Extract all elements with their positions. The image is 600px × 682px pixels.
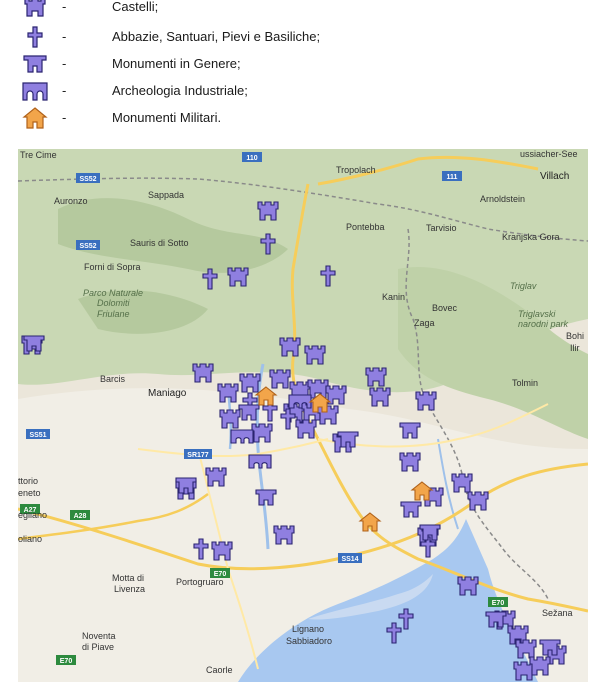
legend-item-military: - Monumenti Militari. — [0, 107, 600, 131]
legend-label: Castelli; — [112, 0, 159, 14]
place-label: Sežana — [542, 608, 573, 618]
road-shield-e70: E70 — [56, 655, 76, 665]
legend-dash: - — [62, 110, 67, 125]
road-shield-ss52: SS52 — [76, 173, 100, 183]
place-label: Sappada — [148, 190, 184, 200]
legend-label: Abbazie, Santuari, Pievi e Basiliche; — [112, 29, 321, 44]
place-label: Bovec — [432, 303, 458, 313]
legend-dash: - — [62, 0, 67, 14]
place-label: Forni di Sopra — [84, 262, 141, 272]
road-shield-111: 111 — [442, 171, 462, 181]
place-label: Sabbiadoro — [286, 636, 332, 646]
place-label: Triglavski — [518, 309, 556, 319]
place-label: Kanin — [382, 292, 405, 302]
road-shield-sr177: SR177 — [184, 449, 212, 459]
legend-dash: - — [62, 83, 67, 98]
place-label: Sauris di Sotto — [130, 238, 189, 248]
legend-item-industrial: - Archeologia Industriale; — [0, 80, 600, 104]
road-shield-ss14: SS14 — [338, 553, 362, 563]
place-label: eneto — [18, 488, 41, 498]
military-icon — [22, 107, 48, 129]
place-label: Caorle — [206, 665, 233, 675]
svg-text:SS14: SS14 — [341, 556, 358, 563]
map[interactable]: 110 111 SS52 SS52 SS51 SR177 SS14 A27 A2… — [18, 149, 588, 682]
place-label: oliano — [18, 534, 42, 544]
svg-text:SR177: SR177 — [187, 452, 209, 459]
cross-icon — [27, 26, 43, 48]
place-label: Barcis — [100, 374, 126, 384]
legend-dash: - — [62, 56, 67, 71]
svg-text:SS52: SS52 — [79, 176, 96, 183]
place-label: Bohi — [566, 331, 584, 341]
place-label: Villach — [540, 171, 569, 182]
road-shield-110: 110 — [242, 152, 262, 162]
place-label: narodni park — [518, 319, 569, 329]
arch-marker[interactable] — [230, 429, 254, 444]
road-shield-a28: A28 — [70, 510, 90, 520]
place-label: Zaga — [414, 318, 435, 328]
place-label: Tolmin — [512, 378, 538, 388]
arch-marker[interactable] — [288, 394, 312, 409]
legend-item-castles: - Castelli; — [0, 0, 600, 20]
svg-text:E70: E70 — [60, 658, 73, 665]
legend-item-abbeys: - Abbazie, Santuari, Pievi e Basiliche; — [0, 26, 600, 50]
svg-text:111: 111 — [447, 174, 458, 181]
legend-dash: - — [62, 29, 67, 44]
svg-text:110: 110 — [246, 155, 257, 162]
road-shield-ss52: SS52 — [76, 240, 100, 250]
place-label: Tropolach — [336, 165, 376, 175]
place-label: Motta di — [112, 573, 144, 583]
place-label: egliano — [18, 510, 47, 520]
place-label: Livenza — [114, 584, 145, 594]
place-label: Parco Naturale — [83, 288, 143, 298]
arch-icon — [22, 82, 48, 101]
place-label: di Piave — [82, 642, 114, 652]
place-label: Ilir — [570, 343, 580, 353]
castle-icon — [24, 0, 46, 17]
legend-label: Monumenti Militari. — [112, 110, 222, 125]
place-label: ussiacher-See — [520, 149, 578, 159]
place-label: Tarvisio — [426, 223, 457, 233]
place-label: Triglav — [510, 281, 537, 291]
place-label: Tre Cime — [20, 150, 57, 160]
place-label: Dolomiti — [97, 298, 131, 308]
arch-marker[interactable] — [248, 454, 272, 469]
legend-label: Monumenti in Genere; — [112, 56, 241, 71]
place-label: Arnoldstein — [480, 194, 525, 204]
place-label: Lignano — [292, 624, 324, 634]
place-label: Auronzo — [54, 196, 88, 206]
place-label: Pontebba — [346, 222, 385, 232]
road-shield-ss51: SS51 — [26, 429, 50, 439]
road-shield-e70: E70 — [488, 597, 508, 607]
svg-text:SS51: SS51 — [29, 432, 46, 439]
legend-label: Archeologia Industriale; — [112, 83, 248, 98]
place-label: Portogruaro — [176, 577, 224, 587]
place-label: Kranjska Gora — [502, 232, 560, 242]
svg-text:SS52: SS52 — [79, 243, 96, 250]
place-label: Maniago — [148, 388, 187, 399]
place-label: Noventa — [82, 631, 116, 641]
legend: - Castelli; - Abbazie, Santuari, Pievi e… — [0, 0, 600, 140]
place-label: Friulane — [97, 309, 130, 319]
monument-icon — [23, 55, 47, 73]
svg-text:A28: A28 — [74, 513, 87, 520]
place-label: ttorio — [18, 476, 38, 486]
legend-item-monuments: - Monumenti in Genere; — [0, 53, 600, 77]
svg-text:E70: E70 — [492, 600, 505, 607]
